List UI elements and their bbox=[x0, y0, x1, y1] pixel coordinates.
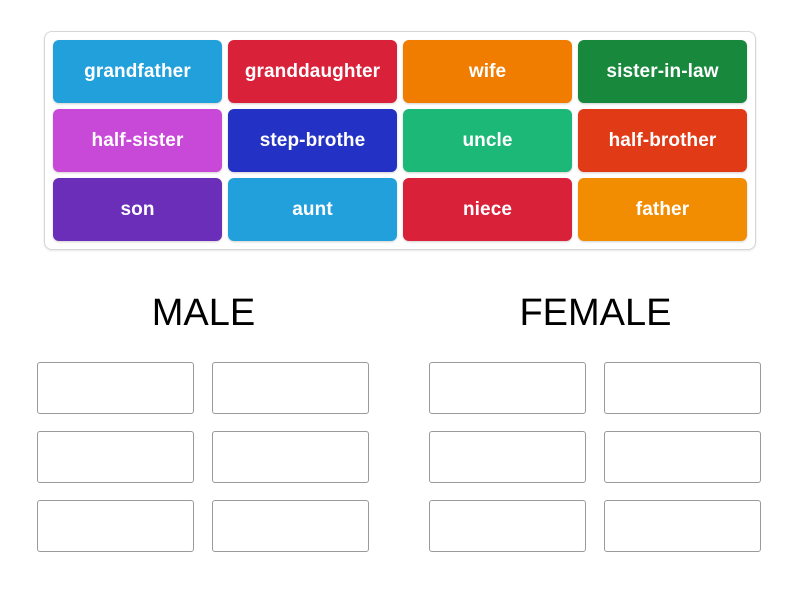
word-tile[interactable]: niece bbox=[403, 178, 572, 241]
dropzone-slot-female[interactable] bbox=[429, 500, 586, 552]
word-tile[interactable]: step-brothe bbox=[228, 109, 397, 172]
word-tile[interactable]: half-sister bbox=[53, 109, 222, 172]
dropzone-slot-female[interactable] bbox=[604, 431, 761, 483]
dropzone-slot-male[interactable] bbox=[37, 431, 194, 483]
dropzone-slot-male[interactable] bbox=[212, 362, 369, 414]
word-tile[interactable]: granddaughter bbox=[228, 40, 397, 103]
word-tile[interactable]: half-brother bbox=[578, 109, 747, 172]
dropzone-slot-male[interactable] bbox=[37, 500, 194, 552]
word-tile[interactable]: sister-in-law bbox=[578, 40, 747, 103]
word-tile-grid: grandfather granddaughter wife sister-in-la… bbox=[53, 40, 747, 241]
word-bank-panel: grandfather granddaughter wife sister-in-la… bbox=[44, 31, 756, 250]
dropzone-group-male bbox=[37, 362, 369, 552]
word-tile[interactable]: son bbox=[53, 178, 222, 241]
word-tile[interactable]: uncle bbox=[403, 109, 572, 172]
word-tile[interactable]: wife bbox=[403, 40, 572, 103]
dropzone-group-female bbox=[429, 362, 761, 552]
dropzone-slot-female[interactable] bbox=[429, 431, 586, 483]
dropzone-slot-male[interactable] bbox=[212, 431, 369, 483]
word-tile[interactable]: grandfather bbox=[53, 40, 222, 103]
dropzone-slot-male[interactable] bbox=[212, 500, 369, 552]
dropzone-slot-female[interactable] bbox=[429, 362, 586, 414]
category-heading-male: MALE bbox=[151, 292, 256, 334]
dropzone-slot-female[interactable] bbox=[604, 362, 761, 414]
dropzone-slot-male[interactable] bbox=[37, 362, 194, 414]
word-tile[interactable]: father bbox=[578, 178, 747, 241]
dropzone-slot-female[interactable] bbox=[604, 500, 761, 552]
category-heading-female: FEMALE bbox=[519, 292, 672, 334]
word-tile[interactable]: aunt bbox=[228, 178, 397, 241]
